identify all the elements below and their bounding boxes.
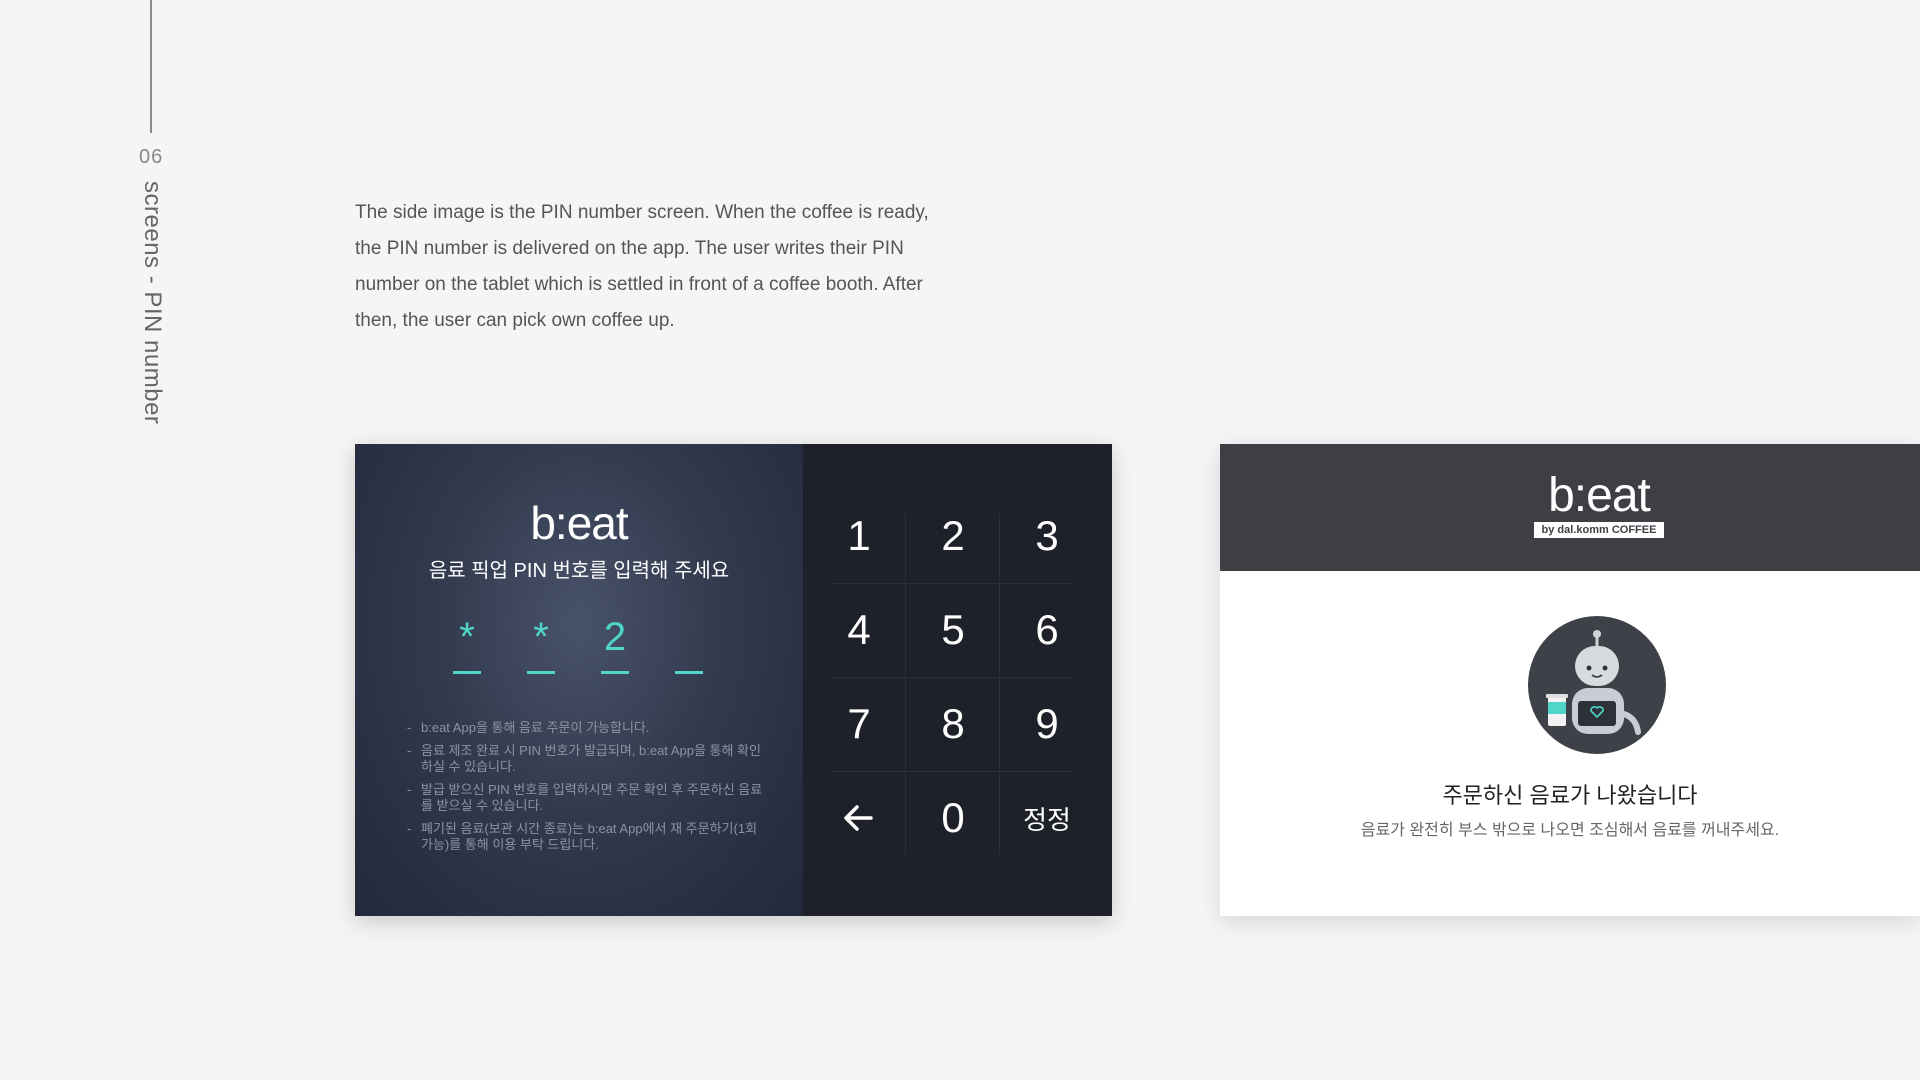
- note-item: 발급 받으신 PIN 번호를 입력하시면 주문 확인 후 주문하신 음료를 받으…: [407, 782, 767, 814]
- key-6[interactable]: 6: [1001, 583, 1093, 677]
- ready-header: b:eat by dal.komm COFFEE: [1220, 444, 1920, 571]
- pin-digit-2: *: [527, 614, 555, 674]
- pin-digit-1: *: [453, 614, 481, 674]
- pin-notes: b:eat App을 통해 음료 주문이 가능합니다. 음료 제조 완료 시 P…: [407, 720, 767, 860]
- pin-digit-3: 2: [601, 614, 629, 674]
- key-2[interactable]: 2: [907, 489, 999, 583]
- key-7[interactable]: 7: [813, 677, 905, 771]
- section-number: 06: [139, 146, 164, 168]
- keypad-panel: 1 2 3 4 5 6 7 8 9 0 정정: [803, 444, 1112, 916]
- beat-logo: b:eat: [1548, 469, 1651, 522]
- key-5[interactable]: 5: [907, 583, 999, 677]
- correct-button[interactable]: 정정: [1001, 771, 1093, 865]
- keypad-grid-line: [905, 514, 906, 854]
- key-8[interactable]: 8: [907, 677, 999, 771]
- description-text: The side image is the PIN number screen.…: [355, 202, 929, 331]
- robot-holding-coffee-icon: [1528, 616, 1666, 754]
- key-4[interactable]: 4: [813, 583, 905, 677]
- backspace-button[interactable]: [813, 771, 905, 865]
- key-0[interactable]: 0: [907, 771, 999, 865]
- logo-subtitle: by dal.komm COFFEE: [1534, 522, 1664, 538]
- key-3[interactable]: 3: [1001, 489, 1093, 583]
- key-9[interactable]: 9: [1001, 677, 1093, 771]
- keypad-grid-line: [999, 514, 1000, 854]
- beat-logo: b:eat: [530, 497, 628, 549]
- note-item: b:eat App을 통해 음료 주문이 가능합니다.: [407, 720, 767, 736]
- note-item: 폐기된 음료(보관 시간 종료)는 b:eat App에서 재 주문하기(1회 …: [407, 821, 767, 853]
- left-arrow-icon: [844, 805, 873, 831]
- pin-digits: * * 2: [453, 614, 749, 674]
- pin-digit-4: [675, 614, 703, 674]
- pin-instruction: 음료 픽업 PIN 번호를 입력해 주세요: [428, 560, 730, 582]
- side-divider: [150, 0, 152, 133]
- keypad: 1 2 3 4 5 6 7 8 9 0 정정: [813, 444, 1093, 916]
- pin-entry-screen: b:eat 음료 픽업 PIN 번호를 입력해 주세요 * * 2 b:eat …: [355, 444, 1112, 916]
- beverage-ready-screen: b:eat by dal.komm COFFEE 주문하신 음료가 나왔습니다 …: [1220, 444, 1920, 916]
- pin-info-panel: b:eat 음료 픽업 PIN 번호를 입력해 주세요 * * 2 b:eat …: [355, 444, 803, 916]
- ready-title: 주문하신 음료가 나왔습니다: [1442, 783, 1698, 808]
- key-1[interactable]: 1: [813, 489, 905, 583]
- note-item: 음료 제조 완료 시 PIN 번호가 발급되며, b:eat App을 통해 확…: [407, 743, 767, 775]
- ready-subtitle: 음료가 완전히 부스 밖으로 나오면 조심해서 음료를 꺼내주세요.: [1360, 822, 1780, 839]
- section-title: screens - PIN number: [139, 181, 166, 425]
